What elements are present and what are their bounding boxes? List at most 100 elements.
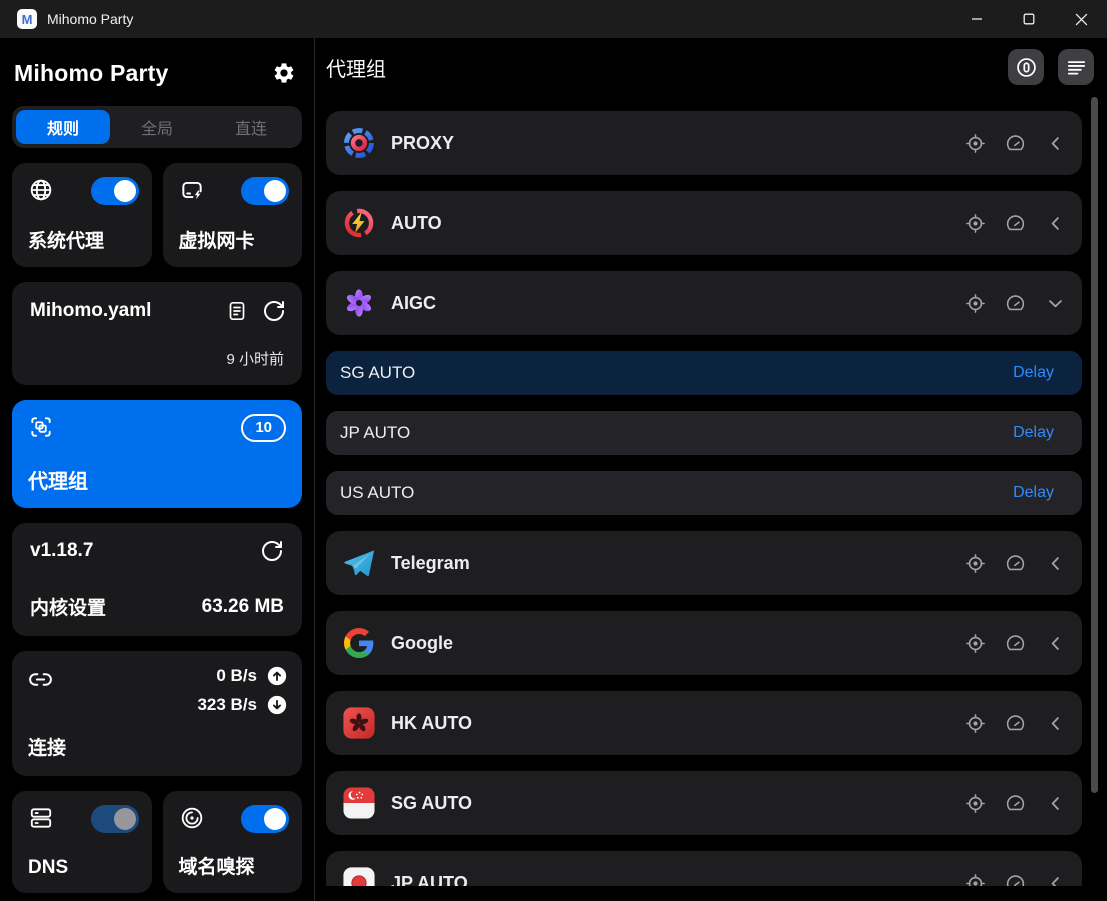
- globe-icon: [28, 177, 54, 203]
- profile-card[interactable]: Mihomo.yaml 9 小时前: [12, 282, 302, 385]
- chevron-left-icon[interactable]: [1045, 873, 1066, 887]
- system-proxy-card[interactable]: 系统代理: [12, 163, 152, 267]
- sniff-toggle[interactable]: [241, 805, 289, 833]
- speed-gauge-icon[interactable]: [1005, 133, 1026, 154]
- connections-card[interactable]: 0 B/s 323 B/s 连接: [12, 651, 302, 776]
- openai-icon: [342, 286, 376, 320]
- group-name: AIGC: [391, 293, 436, 314]
- group-name: Google: [391, 633, 453, 654]
- chevron-left-icon[interactable]: [1045, 553, 1066, 574]
- profile-refresh-icon[interactable]: [262, 299, 286, 323]
- profile-edit-icon[interactable]: [225, 299, 249, 323]
- proxy-group-row[interactable]: AUTO: [326, 191, 1082, 255]
- pause-circle-button[interactable]: [1008, 49, 1044, 85]
- chevron-left-icon[interactable]: [1045, 133, 1066, 154]
- delay-button[interactable]: Delay: [1013, 424, 1054, 442]
- system-proxy-toggle[interactable]: [91, 177, 139, 205]
- speed-gauge-icon[interactable]: [1005, 793, 1026, 814]
- locate-icon[interactable]: [965, 873, 986, 887]
- chevron-left-icon[interactable]: [1045, 713, 1066, 734]
- profile-updated-time: 9 小时前: [226, 348, 284, 369]
- delay-button[interactable]: Delay: [1013, 484, 1054, 502]
- group-count-badge: 10: [241, 414, 286, 442]
- core-version: v1.18.7: [30, 540, 93, 562]
- locate-icon[interactable]: [965, 633, 986, 654]
- proxy-node-name: US AUTO: [340, 483, 414, 503]
- app-logo-icon: M: [17, 9, 37, 29]
- speed-gauge-icon[interactable]: [1005, 213, 1026, 234]
- download-speed: 323 B/s: [197, 695, 257, 715]
- window-title: Mihomo Party: [47, 11, 133, 27]
- dns-card[interactable]: DNS: [12, 791, 152, 893]
- proxy-node-row-selected[interactable]: SG AUTO Delay: [326, 351, 1082, 395]
- app-title: Mihomo Party: [14, 60, 168, 87]
- close-button[interactable]: [1055, 0, 1107, 38]
- window-titlebar: M Mihomo Party: [0, 0, 1107, 38]
- tab-global-mode[interactable]: 全局: [110, 110, 204, 144]
- dns-label: DNS: [28, 857, 68, 879]
- speed-gauge-icon[interactable]: [1005, 713, 1026, 734]
- group-name: AUTO: [391, 213, 442, 234]
- core-memory-usage: 63.26 MB: [202, 596, 284, 618]
- proxy-group-row[interactable]: Telegram: [326, 531, 1082, 595]
- proxy-group-row[interactable]: PROXY: [326, 111, 1082, 175]
- upload-arrow-icon: [266, 665, 288, 687]
- minimize-button[interactable]: [951, 0, 1003, 38]
- chevron-down-icon[interactable]: [1045, 293, 1066, 314]
- locate-icon[interactable]: [965, 213, 986, 234]
- speed-gauge-icon[interactable]: [1005, 633, 1026, 654]
- delay-button[interactable]: Delay: [1013, 364, 1054, 382]
- core-settings-label: 内核设置: [30, 593, 106, 620]
- proxy-group-row-expanded[interactable]: AIGC: [326, 271, 1082, 335]
- proxy-node-name: SG AUTO: [340, 363, 415, 383]
- chevron-left-icon[interactable]: [1045, 213, 1066, 234]
- speed-gauge-icon[interactable]: [1005, 293, 1026, 314]
- link-icon: [28, 667, 53, 692]
- dns-toggle[interactable]: [91, 805, 139, 833]
- proxy-groups-card[interactable]: 10 代理组: [12, 400, 302, 508]
- locate-icon[interactable]: [965, 293, 986, 314]
- sniff-label: 域名嗅探: [179, 852, 255, 879]
- group-name: HK AUTO: [391, 713, 472, 734]
- telegram-icon: [342, 546, 376, 580]
- core-restart-icon[interactable]: [260, 539, 284, 563]
- proxy-node-row[interactable]: US AUTO Delay: [326, 471, 1082, 515]
- locate-icon[interactable]: [965, 793, 986, 814]
- proxy-group-row[interactable]: SG AUTO: [326, 771, 1082, 835]
- maximize-button[interactable]: [1003, 0, 1055, 38]
- list-layout-button[interactable]: [1058, 49, 1094, 85]
- chevron-left-icon[interactable]: [1045, 793, 1066, 814]
- proxy-node-name: JP AUTO: [340, 423, 410, 443]
- tab-rule-mode[interactable]: 规则: [16, 110, 110, 144]
- sidebar: Mihomo Party 规则 全局 直连 系统代理: [0, 38, 315, 901]
- locate-icon[interactable]: [965, 713, 986, 734]
- page-title: 代理组: [326, 53, 386, 82]
- profile-name: Mihomo.yaml: [30, 300, 151, 322]
- proxy-node-row[interactable]: JP AUTO Delay: [326, 411, 1082, 455]
- proxy-group-row[interactable]: Google: [326, 611, 1082, 675]
- proxy-groups-label: 代理组: [28, 465, 88, 494]
- speed-gauge-icon[interactable]: [1005, 553, 1026, 574]
- group-name: Telegram: [391, 553, 470, 574]
- group-name: SG AUTO: [391, 793, 472, 814]
- gear-icon[interactable]: [270, 59, 298, 87]
- chevron-left-icon[interactable]: [1045, 633, 1066, 654]
- proxy-group-row[interactable]: HK AUTO: [326, 691, 1082, 755]
- vertical-scrollbar[interactable]: [1091, 97, 1098, 793]
- upload-speed: 0 B/s: [216, 666, 257, 686]
- proxy-ring-icon: [342, 126, 376, 160]
- tab-direct-mode[interactable]: 直连: [204, 110, 298, 144]
- tun-toggle[interactable]: [241, 177, 289, 205]
- proxy-group-row[interactable]: JP AUTO: [326, 851, 1082, 886]
- download-arrow-icon: [266, 694, 288, 716]
- core-card[interactable]: v1.18.7 内核设置 63.26 MB: [12, 523, 302, 636]
- speed-gauge-icon[interactable]: [1005, 873, 1026, 887]
- sniff-card[interactable]: 域名嗅探: [163, 791, 303, 893]
- jp-flag-icon: [342, 866, 376, 886]
- group-name: PROXY: [391, 133, 454, 154]
- tun-card[interactable]: 虚拟网卡: [163, 163, 303, 267]
- tun-adapter-icon: [179, 177, 205, 203]
- tun-label: 虚拟网卡: [179, 226, 255, 253]
- locate-icon[interactable]: [965, 553, 986, 574]
- locate-icon[interactable]: [965, 133, 986, 154]
